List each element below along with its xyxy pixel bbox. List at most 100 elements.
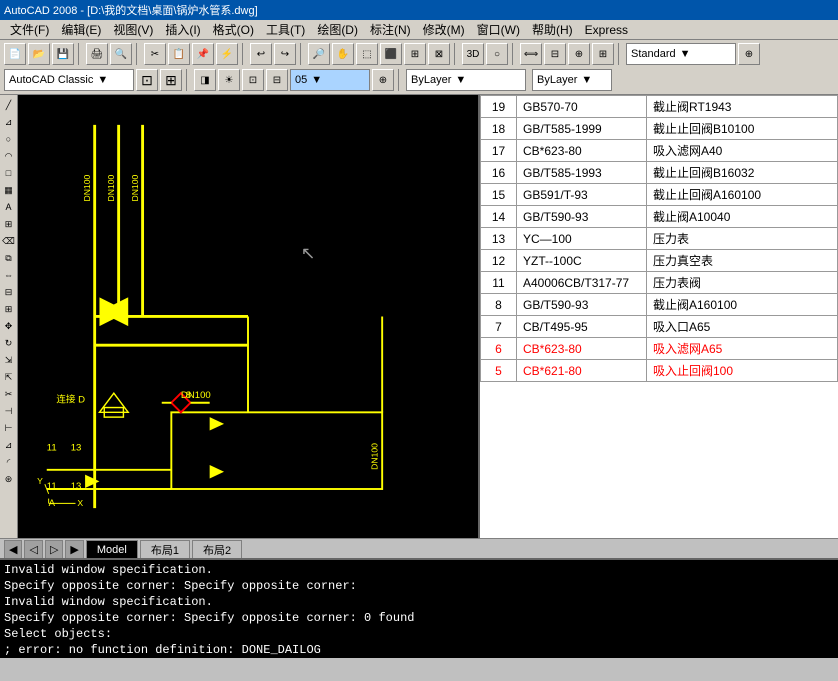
svg-text:DN100: DN100 <box>130 174 140 201</box>
tool-array[interactable]: ⊞ <box>1 301 17 317</box>
tb-zoom-all[interactable]: ⊠ <box>428 43 450 65</box>
svg-text:Y: Y <box>37 476 43 486</box>
tab-model[interactable]: Model <box>86 540 138 558</box>
cmd-line-1: Invalid window specification. <box>4 562 834 578</box>
tab-layout1[interactable]: 布局1 <box>140 540 190 558</box>
tb-new[interactable]: 📄 <box>4 43 26 65</box>
tb-zoom-prev[interactable]: ⬛ <box>380 43 402 65</box>
title-bar: AutoCAD 2008 - [D:\我的文档\桌面\锅炉水管系.dwg] <box>0 0 838 20</box>
tool-fillet[interactable]: ◜ <box>1 454 17 470</box>
tb-undo[interactable]: ↩ <box>250 43 272 65</box>
tb-orbit[interactable]: ○ <box>486 43 508 65</box>
cad-canvas[interactable]: DN100 DN100 DN100 DN100 <box>18 95 478 538</box>
tool-text[interactable]: A <box>1 199 17 215</box>
tab-scroll-prev[interactable]: ◁ <box>24 540 42 558</box>
tb-prop[interactable]: ⊟ <box>544 43 566 65</box>
tool-rotate[interactable]: ↻ <box>1 335 17 351</box>
tool-extend[interactable]: ⊣ <box>1 403 17 419</box>
table-row: 18 GB/T585-1999 截止止回阀B10100 <box>481 118 838 140</box>
tb-zoom[interactable]: 🔎 <box>308 43 330 65</box>
tb-copy[interactable]: 📋 <box>168 43 190 65</box>
tool-line[interactable]: ╱ <box>1 97 17 113</box>
tool-break[interactable]: ⊢ <box>1 420 17 436</box>
tb-zoom-ext[interactable]: ⊞ <box>404 43 426 65</box>
tb-print[interactable]: 🖨 <box>86 43 108 65</box>
tb-ws-icon1[interactable]: ⊡ <box>136 69 158 91</box>
tool-move[interactable]: ✥ <box>1 318 17 334</box>
menu-tools[interactable]: 工具(T) <box>260 19 311 40</box>
menu-modify[interactable]: 修改(M) <box>417 19 471 40</box>
svg-text:13: 13 <box>71 481 82 492</box>
menu-window[interactable]: 窗口(W) <box>471 19 526 40</box>
tab-layout2[interactable]: 布局2 <box>192 540 242 558</box>
table-row: 14 GB/T590-93 截止阀A10040 <box>481 206 838 228</box>
table-row: 7 CB/T495-95 吸入口A65 <box>481 316 838 338</box>
tool-polyline[interactable]: ⊿ <box>1 114 17 130</box>
data-table: 19 GB570-70 截止阀RT1943 18 GB/T585-1999 截止… <box>480 95 838 382</box>
linetype-dropdown[interactable]: ByLayer ▼ <box>406 69 526 91</box>
menu-insert[interactable]: 插入(I) <box>159 19 206 40</box>
cmd-line-3: Invalid window specification. <box>4 594 834 610</box>
tb-zoom-win[interactable]: ⬚ <box>356 43 378 65</box>
tb-preview[interactable]: 🔍 <box>110 43 132 65</box>
tb-save[interactable]: 💾 <box>52 43 74 65</box>
command-area[interactable]: Invalid window specification. Specify op… <box>0 558 838 658</box>
menu-express[interactable]: Express <box>579 21 634 39</box>
tb-layer-icon4[interactable]: ⊕ <box>372 69 394 91</box>
tb-sep-7 <box>618 43 622 65</box>
menu-draw[interactable]: 绘图(D) <box>311 19 364 40</box>
menu-dimension[interactable]: 标注(N) <box>364 19 417 40</box>
layer-dropdown[interactable]: 05 ▼ <box>290 69 370 91</box>
menu-file[interactable]: 文件(F) <box>4 19 55 40</box>
tool-rect[interactable]: □ <box>1 165 17 181</box>
table-row-red: 5 CB*621-80 吸入止回阀100 <box>481 360 838 382</box>
table-row: 11 A40006CB/T317-77 压力表阀 <box>481 272 838 294</box>
tb-sep-1 <box>78 43 82 65</box>
svg-text:X: X <box>77 498 83 508</box>
tool-erase[interactable]: ⌫ <box>1 233 17 249</box>
tb-style-extra[interactable]: ⊕ <box>738 43 760 65</box>
tb-adcenter[interactable]: ⊕ <box>568 43 590 65</box>
menu-help[interactable]: 帮助(H) <box>526 19 579 40</box>
lineweight-dropdown[interactable]: ByLayer ▼ <box>532 69 612 91</box>
tb-ws-icon2[interactable]: ⊞ <box>160 69 182 91</box>
tool-hatch[interactable]: ▦ <box>1 182 17 198</box>
tool-mirror[interactable]: ⇔ <box>1 267 17 283</box>
tool-arc[interactable]: ◠ <box>1 148 17 164</box>
tb-cut[interactable]: ✂ <box>144 43 166 65</box>
workspace-dropdown[interactable]: AutoCAD Classic ▼ <box>4 69 134 91</box>
tb-paste[interactable]: 📌 <box>192 43 214 65</box>
tab-bar: ◀ ◁ ▷ ▶ Model 布局1 布局2 <box>0 538 838 558</box>
tool-stretch[interactable]: ⇱ <box>1 369 17 385</box>
tb-layer-icon1[interactable]: ☀ <box>218 69 240 91</box>
tool-insert[interactable]: ⊞ <box>1 216 17 232</box>
tb-layer-icon2[interactable]: ⊡ <box>242 69 264 91</box>
style-dropdown[interactable]: Standard ▼ <box>626 43 736 65</box>
tool-chamfer[interactable]: ⊿ <box>1 437 17 453</box>
tb-matchprop[interactable]: ⚡ <box>216 43 238 65</box>
tab-scroll-left[interactable]: ◀ <box>4 540 22 558</box>
tab-scroll-next[interactable]: ▷ <box>45 540 63 558</box>
tool-offset[interactable]: ⊟ <box>1 284 17 300</box>
tool-scale[interactable]: ⇲ <box>1 352 17 368</box>
tool-trim[interactable]: ✂ <box>1 386 17 402</box>
tool-explode[interactable]: ⊛ <box>1 471 17 487</box>
tb-3d[interactable]: 3D <box>462 43 484 65</box>
tb-sep-9 <box>398 69 402 91</box>
menu-view[interactable]: 视图(V) <box>107 19 159 40</box>
tb-pan[interactable]: ✋ <box>332 43 354 65</box>
menu-format[interactable]: 格式(O) <box>207 19 260 40</box>
tab-scroll-right[interactable]: ▶ <box>65 540 83 558</box>
menu-edit[interactable]: 编辑(E) <box>55 19 107 40</box>
tb-sep-6 <box>512 43 516 65</box>
table-row: 16 GB/T585-1993 截止止回阀B16032 <box>481 162 838 184</box>
tb-dist[interactable]: ⟺ <box>520 43 542 65</box>
tb-redo[interactable]: ↪ <box>274 43 296 65</box>
tool-circle[interactable]: ○ <box>1 131 17 147</box>
tool-copy[interactable]: ⧉ <box>1 250 17 266</box>
tb-tool-pal[interactable]: ⊞ <box>592 43 614 65</box>
tb-layer-icon3[interactable]: ⊟ <box>266 69 288 91</box>
tb-open[interactable]: 📂 <box>28 43 50 65</box>
tb-layer-prev[interactable]: ◨ <box>194 69 216 91</box>
svg-text:DN100: DN100 <box>82 174 92 201</box>
